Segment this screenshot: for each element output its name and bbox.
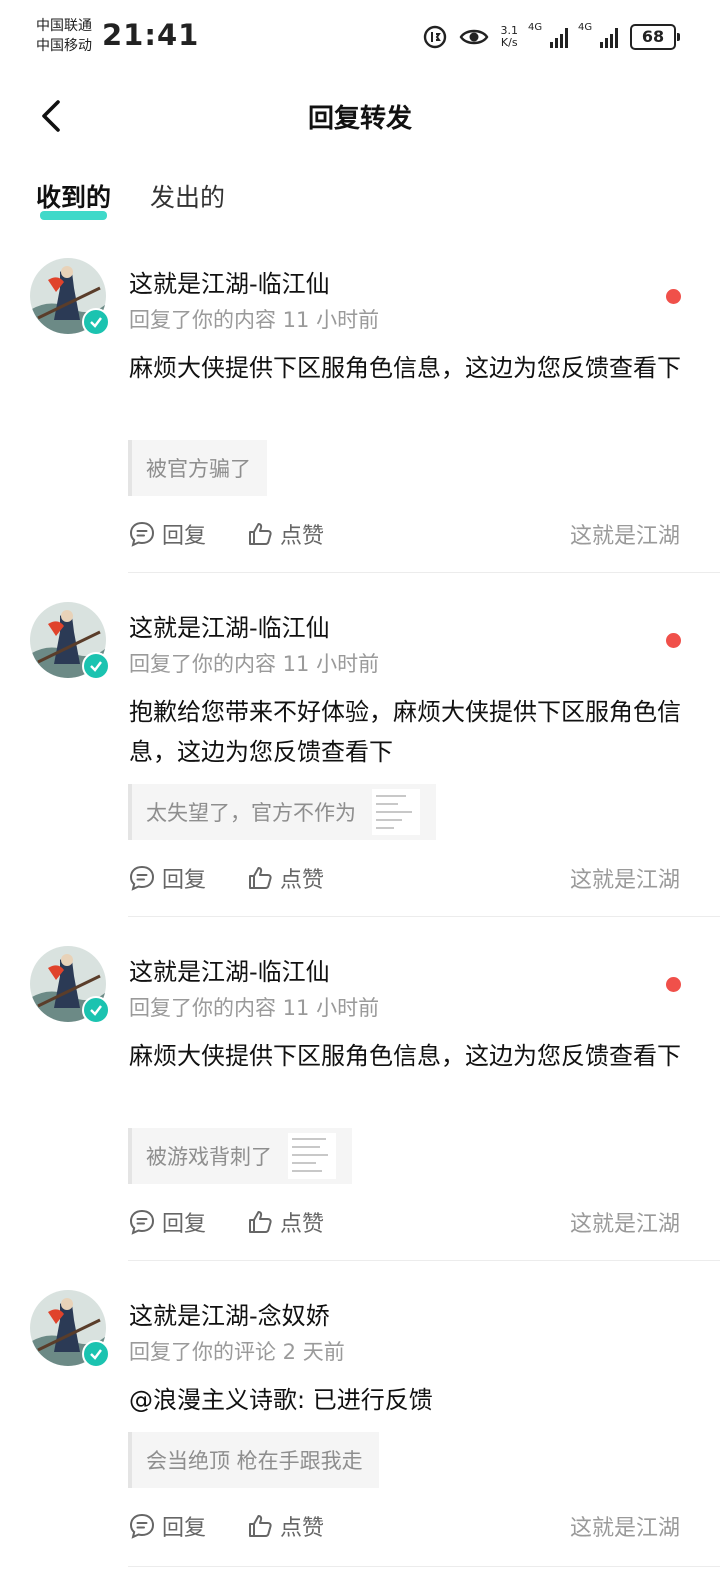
reply-button[interactable]: 回复 — [128, 1510, 206, 1542]
divider — [128, 1260, 720, 1261]
reply-button[interactable]: 回复 — [128, 1206, 206, 1238]
author-name[interactable]: 这就是江湖-念奴娇 — [129, 1296, 330, 1331]
reply-text: @浪漫主义诗歌: 已进行反馈 — [129, 1386, 433, 1414]
quoted-content[interactable]: 被官方骗了 — [128, 440, 267, 496]
carrier-2: 中国移动 — [36, 38, 92, 54]
unread-dot — [666, 289, 681, 304]
source-label[interactable]: 这就是江湖 — [570, 518, 680, 550]
author-name[interactable]: 这就是江湖-临江仙 — [129, 264, 330, 299]
verified-badge-icon — [82, 308, 110, 336]
like-button[interactable]: 点赞 — [246, 1510, 324, 1542]
signal-2-icon: 4G — [578, 22, 618, 48]
reply-label: 回复 — [162, 868, 207, 893]
data-saver-icon — [423, 25, 446, 49]
divider — [128, 572, 720, 573]
quoted-thumbnail — [372, 789, 420, 835]
verified-badge-icon — [82, 652, 110, 680]
tab-active-indicator — [40, 211, 108, 220]
like-label: 点赞 — [280, 1516, 325, 1541]
source-label[interactable]: 这就是江湖 — [570, 1510, 680, 1542]
verified-badge-icon — [82, 1340, 110, 1368]
author-name[interactable]: 这就是江湖-临江仙 — [129, 952, 330, 987]
quoted-content[interactable]: 被游戏背刺了 — [128, 1128, 352, 1184]
like-label: 点赞 — [280, 524, 325, 549]
tab-sent[interactable]: 发出的 — [150, 178, 225, 214]
like-label: 点赞 — [280, 868, 325, 893]
list-item[interactable]: 这就是江湖-临江仙 回复了你的内容 11 小时前 麻烦大侠提供下区服角色信息，这… — [0, 946, 720, 1262]
quoted-text: 被官方骗了 — [146, 457, 251, 481]
list-item[interactable]: 这就是江湖-念奴娇 回复了你的评论 2 天前 @浪漫主义诗歌: 已进行反馈 会当… — [0, 1290, 720, 1580]
comment-icon — [129, 521, 155, 547]
reply-text: 麻烦大侠提供下区服角色信息，这边为您反馈查看下 — [129, 1042, 681, 1070]
source-label[interactable]: 这就是江湖 — [570, 1206, 680, 1238]
network-type-2: 4G — [578, 22, 593, 33]
clock: 21:41 — [102, 18, 200, 52]
thumbs-up-icon — [249, 1515, 272, 1537]
author-name[interactable]: 这就是江湖-临江仙 — [129, 608, 330, 643]
like-button[interactable]: 点赞 — [246, 862, 324, 894]
carrier-info: 中国联通 中国移动 — [36, 16, 92, 56]
status-bar: 中国联通 中国移动 21:41 3.1 K/s 4G 4G 68 — [0, 0, 720, 76]
signal-1-icon: 4G — [528, 22, 568, 48]
action-bar: 回复 点赞 这就是江湖 — [128, 862, 684, 896]
divider — [128, 1566, 720, 1567]
verified-badge-icon — [82, 996, 110, 1024]
eye-icon — [459, 29, 488, 45]
battery-icon: 68 — [630, 24, 680, 50]
carrier-1: 中国联通 — [36, 18, 92, 34]
action-bar: 回复 点赞 这就是江湖 — [128, 518, 684, 552]
network-type-1: 4G — [528, 22, 543, 33]
quoted-thumbnail — [288, 1133, 336, 1179]
reply-meta: 回复了你的内容 11 小时前 — [129, 996, 380, 1020]
quoted-text: 被游戏背刺了 — [146, 1145, 272, 1169]
tab-received-label: 收到的 — [36, 183, 112, 212]
quoted-text: 太失望了，官方不作为 — [146, 801, 356, 825]
network-speed: 3.1 K/s — [501, 25, 519, 49]
status-icons: 3.1 K/s 4G 4G 68 — [423, 20, 680, 54]
tab-received[interactable]: 收到的 — [36, 178, 112, 220]
reply-button[interactable]: 回复 — [128, 862, 206, 894]
quoted-content[interactable]: 会当绝顶 枪在手跟我走 — [128, 1432, 379, 1488]
list-item[interactable]: 这就是江湖-临江仙 回复了你的内容 11 小时前 麻烦大侠提供下区服角色信息，这… — [0, 258, 720, 574]
thumbs-up-icon — [249, 867, 272, 889]
page-title: 回复转发 — [307, 104, 412, 134]
like-label: 点赞 — [280, 1212, 325, 1237]
comment-icon — [129, 1513, 155, 1539]
source-label[interactable]: 这就是江湖 — [570, 862, 680, 894]
reply-button[interactable]: 回复 — [128, 518, 206, 550]
reply-meta: 回复了你的内容 11 小时前 — [129, 652, 380, 676]
reply-meta: 回复了你的评论 2 天前 — [129, 1340, 345, 1364]
reply-text: 抱歉给您带来不好体验，麻烦大侠提供下区服角色信息，这边为您反馈查看下 — [129, 698, 681, 766]
action-bar: 回复 点赞 这就是江湖 — [128, 1510, 684, 1544]
unread-dot — [666, 977, 681, 992]
like-button[interactable]: 点赞 — [246, 518, 324, 550]
network-speed-unit: K/s — [500, 36, 518, 49]
quoted-text: 会当绝顶 枪在手跟我走 — [146, 1449, 363, 1473]
like-button[interactable]: 点赞 — [246, 1206, 324, 1238]
thumbs-up-icon — [249, 523, 272, 545]
quoted-content[interactable]: 太失望了，官方不作为 — [128, 784, 436, 840]
thumbs-up-icon — [249, 1211, 272, 1233]
list-item[interactable]: 这就是江湖-临江仙 回复了你的内容 11 小时前 抱歉给您带来不好体验，麻烦大侠… — [0, 602, 720, 918]
reply-meta: 回复了你的内容 11 小时前 — [129, 308, 380, 332]
comment-icon — [129, 865, 155, 891]
divider — [128, 916, 720, 917]
reply-label: 回复 — [162, 1516, 207, 1541]
action-bar: 回复 点赞 这就是江湖 — [128, 1206, 684, 1240]
comment-icon — [129, 1209, 155, 1235]
reply-text: 麻烦大侠提供下区服角色信息，这边为您反馈查看下 — [129, 354, 681, 382]
header: 回复转发 — [0, 80, 720, 152]
unread-dot — [666, 633, 681, 648]
reply-label: 回复 — [162, 1212, 207, 1237]
reply-label: 回复 — [162, 524, 207, 549]
